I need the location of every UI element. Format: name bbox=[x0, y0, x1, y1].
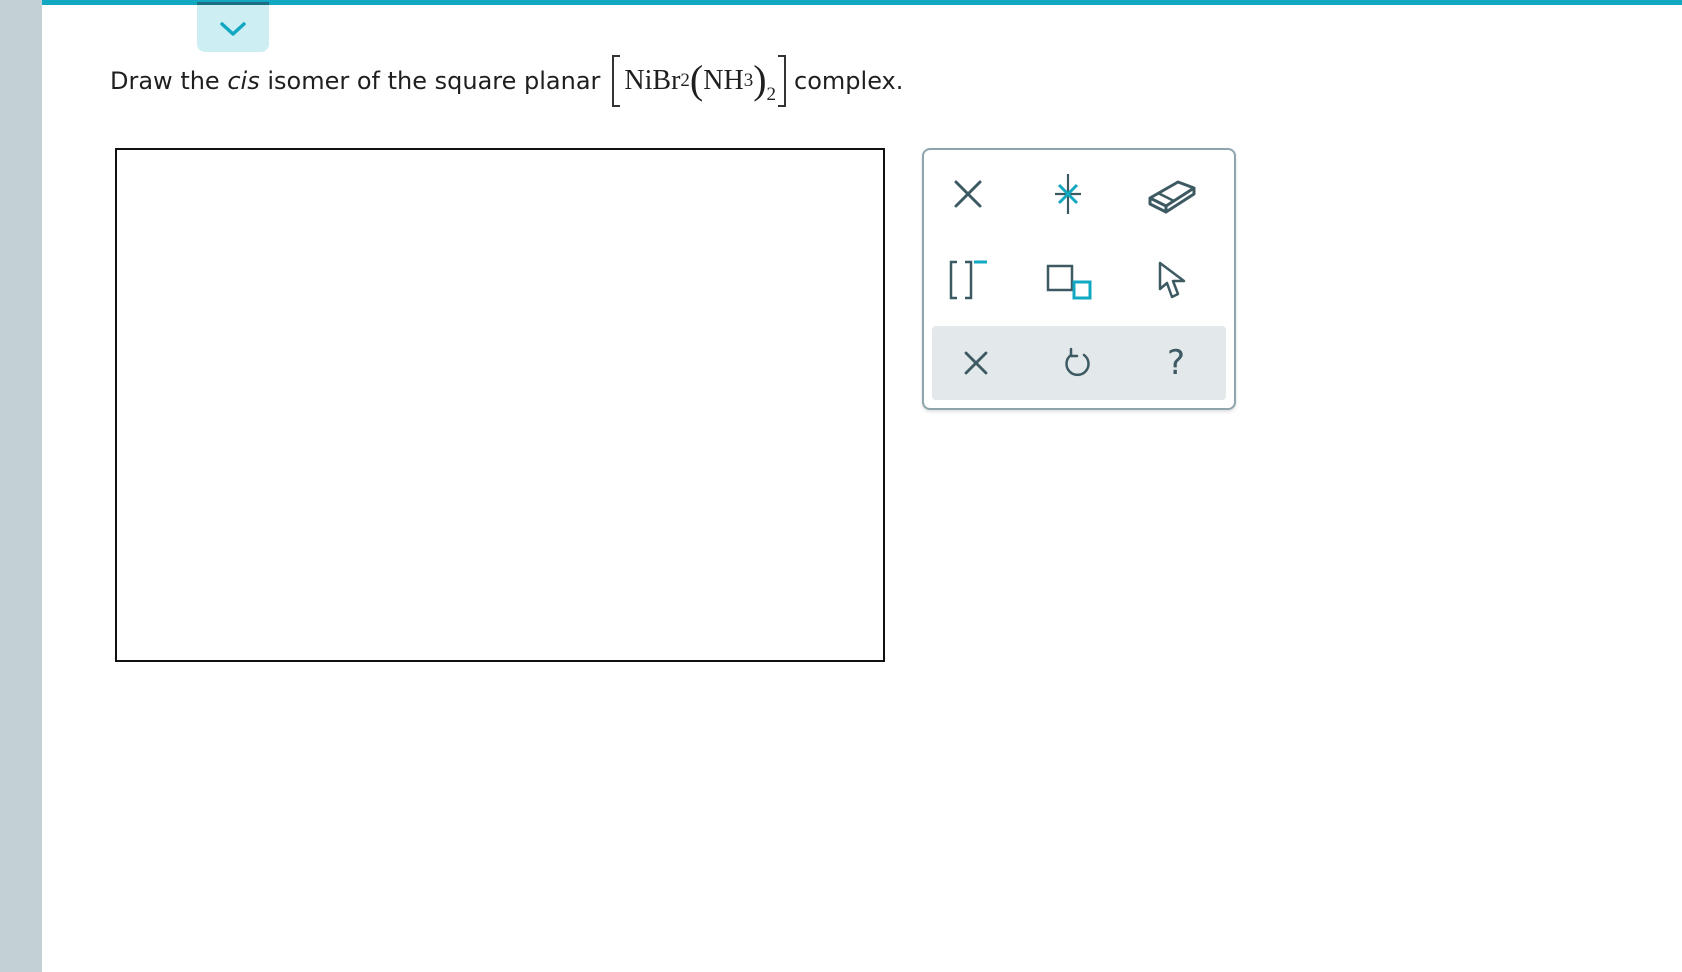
eraser-icon bbox=[1146, 174, 1198, 214]
chevron-down-icon bbox=[218, 19, 248, 39]
left-rail bbox=[0, 0, 42, 972]
action-strip: ? bbox=[932, 326, 1226, 400]
question-italic-word: cis bbox=[227, 67, 260, 95]
question-prompt: Draw the cis isomer of the square planar… bbox=[110, 50, 903, 112]
collapse-toggle-button[interactable] bbox=[197, 2, 269, 52]
cursor-icon bbox=[1154, 259, 1190, 301]
undo-icon bbox=[1062, 347, 1094, 379]
help-icon: ? bbox=[1166, 343, 1186, 383]
bracket-charge-tool[interactable] bbox=[938, 250, 998, 310]
x-icon bbox=[952, 178, 984, 210]
starburst-icon bbox=[1052, 172, 1084, 216]
eraser-tool[interactable] bbox=[1142, 164, 1202, 224]
clear-button[interactable] bbox=[946, 333, 1006, 393]
bond-cross-tool[interactable] bbox=[938, 164, 998, 224]
formula-nh: NH bbox=[703, 65, 744, 96]
undo-button[interactable] bbox=[1048, 333, 1108, 393]
select-pointer-tool[interactable] bbox=[1142, 250, 1202, 310]
chemical-formula: NiBr 2 ( NH 3 ) 2 bbox=[612, 50, 787, 112]
question-prefix: Draw the bbox=[110, 67, 220, 95]
atom-star-tool[interactable] bbox=[1038, 164, 1098, 224]
top-accent-bar bbox=[42, 0, 1682, 5]
bracket-minus-icon bbox=[947, 260, 989, 300]
formula-h-count: 3 bbox=[743, 70, 754, 91]
drawing-toolbox: ? bbox=[922, 148, 1236, 410]
formula-bracket-close bbox=[778, 55, 787, 107]
question-middle: isomer of the square planar bbox=[267, 67, 601, 95]
drawing-canvas[interactable] bbox=[115, 148, 885, 662]
formula-nibr: NiBr bbox=[624, 65, 681, 96]
formula-br-count: 2 bbox=[680, 70, 690, 91]
formula-paren-close: ) bbox=[753, 57, 767, 102]
question-suffix: complex. bbox=[794, 67, 904, 95]
formula-nh3-count: 2 bbox=[766, 84, 777, 105]
close-icon bbox=[963, 350, 989, 376]
boxes-icon bbox=[1044, 260, 1092, 300]
formula-bracket-open bbox=[612, 55, 621, 107]
formula-paren-open: ( bbox=[689, 57, 704, 102]
box-template-tool[interactable] bbox=[1038, 250, 1098, 310]
help-button[interactable]: ? bbox=[1146, 333, 1206, 393]
